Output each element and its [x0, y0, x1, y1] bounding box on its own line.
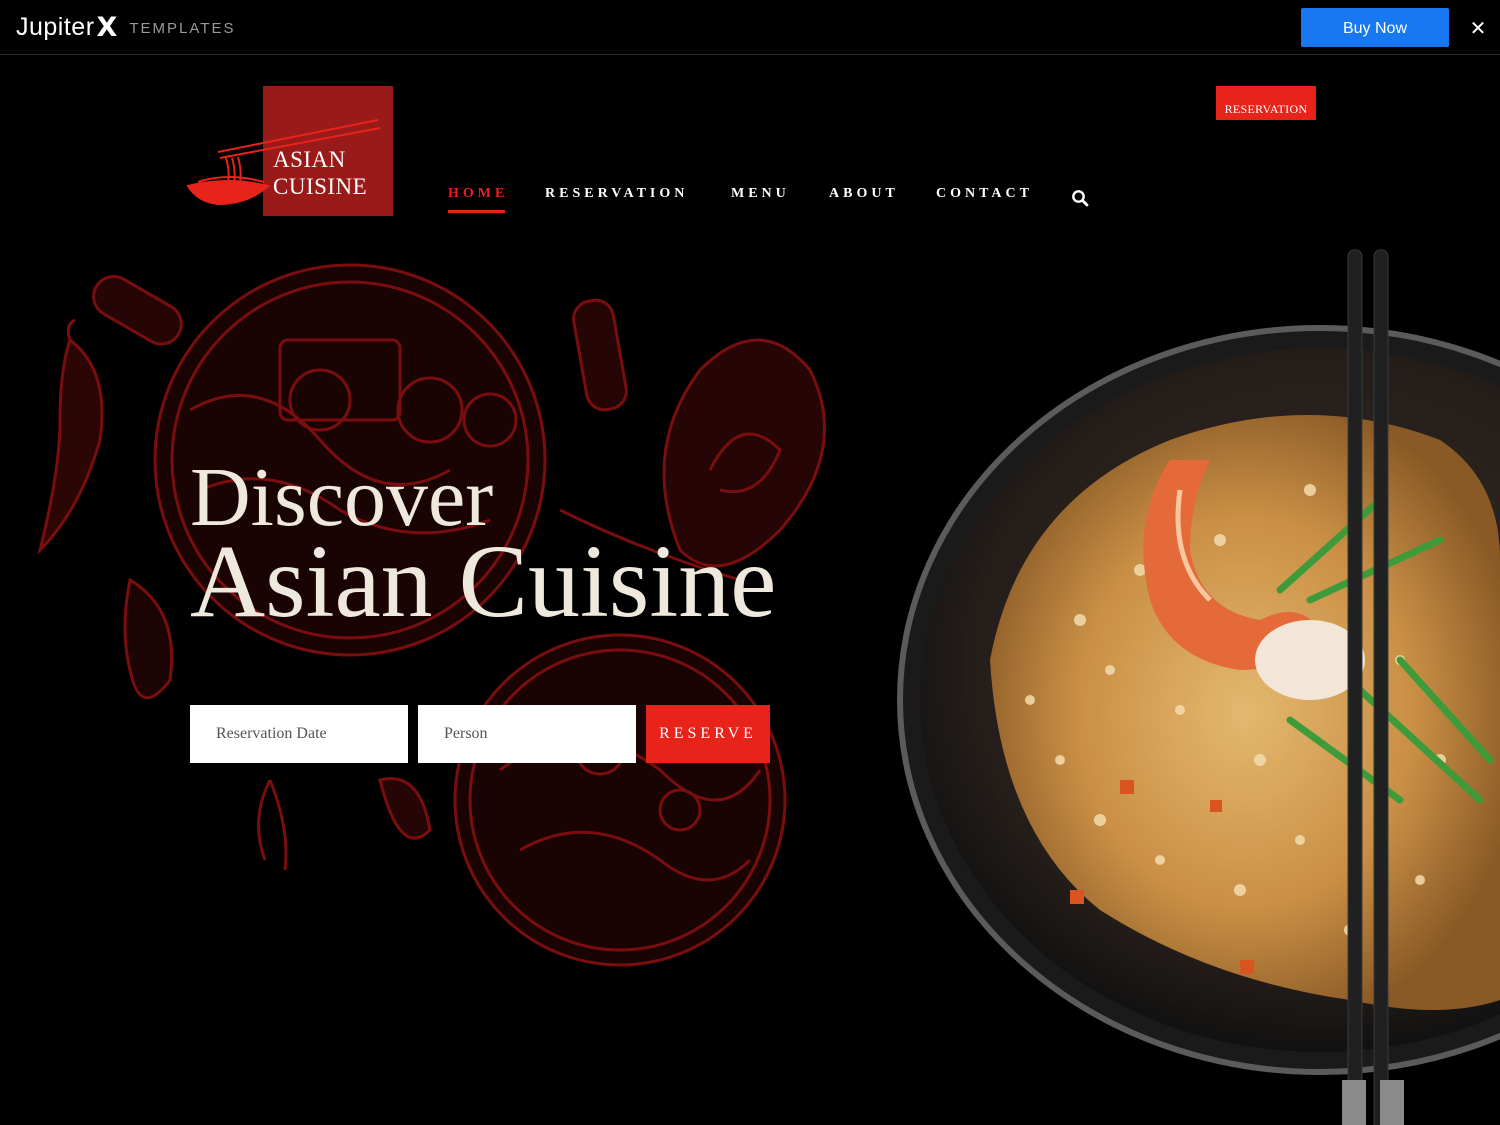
reserve-button[interactable]: RESERVE [646, 705, 770, 763]
search-icon[interactable] [1071, 189, 1089, 207]
reservation-date-input[interactable] [190, 705, 408, 763]
nav-item-contact[interactable]: CONTACT [936, 186, 1033, 202]
nav-item-home[interactable]: HOME [448, 186, 508, 202]
brand-mark: X [96, 11, 118, 43]
person-input[interactable] [418, 705, 636, 763]
buy-now-button[interactable]: Buy Now [1301, 8, 1449, 47]
nav-active-underline [448, 210, 505, 213]
nav-item-menu[interactable]: MENU [731, 186, 790, 202]
jupiterx-brand[interactable]: Jupiter X TEMPLATES [16, 10, 235, 44]
brand-name: Jupiter [16, 12, 95, 41]
brand-tag: TEMPLATES [129, 19, 236, 37]
template-topbar: Jupiter X TEMPLATES Buy Now ✕ [0, 0, 1500, 55]
hero-title-line2: Asian Cuisine [190, 524, 777, 639]
nav-item-about[interactable]: ABOUT [829, 186, 899, 202]
logo-text: ASIAN CUISINE [273, 146, 367, 200]
logo-line2: CUISINE [273, 174, 368, 199]
nav-item-reservation[interactable]: RESERVATION [545, 186, 688, 202]
logo-line1: ASIAN [273, 147, 346, 172]
header-reservation-button[interactable]: RESERVATION [1216, 86, 1316, 120]
close-icon[interactable]: ✕ [1466, 16, 1490, 40]
fried-rice-bowl-image [880, 240, 1500, 1125]
